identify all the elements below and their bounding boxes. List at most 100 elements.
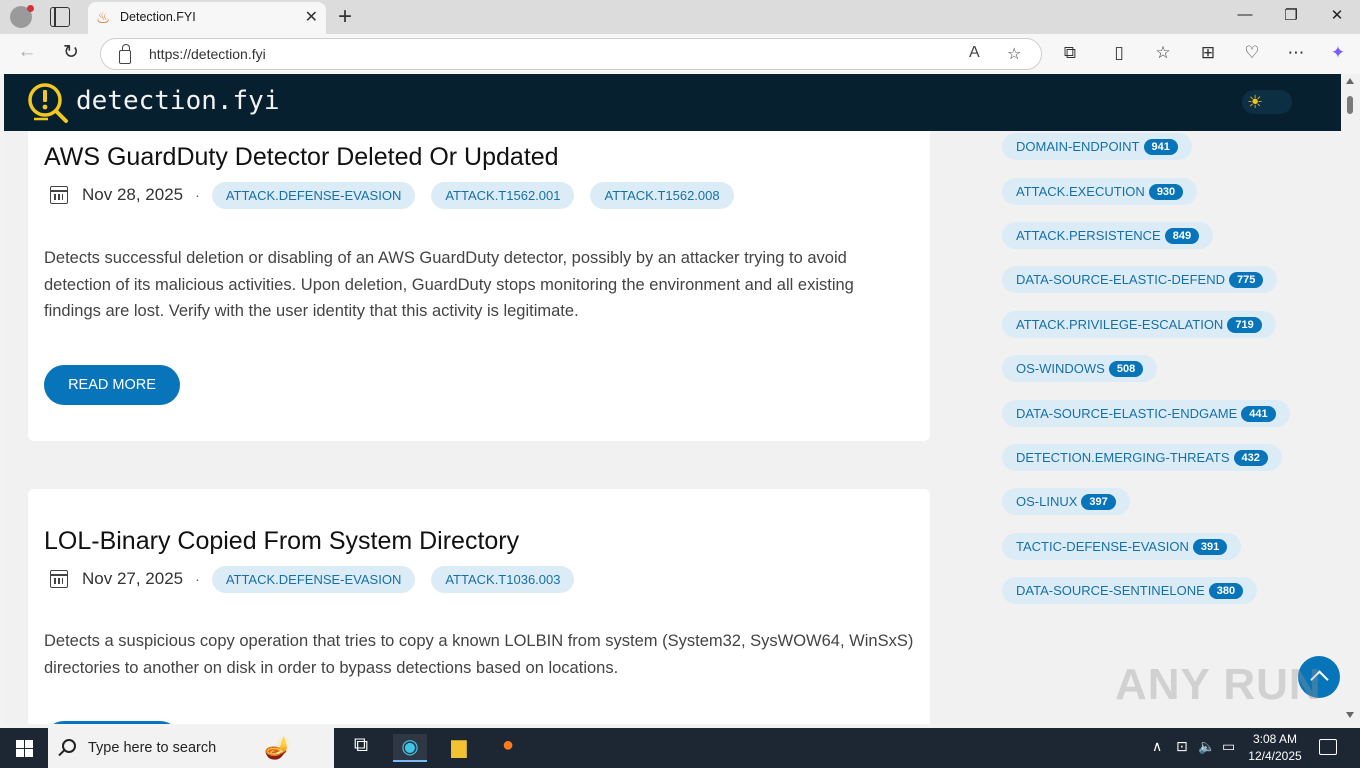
sidebar-tag[interactable]: TACTIC-DEFENSE-EVASION 391 [1002, 533, 1242, 560]
notification-center-icon[interactable] [1319, 739, 1337, 755]
lock-icon[interactable] [119, 44, 131, 64]
web-page: detection.fyi ☀ AWS GuardDuty Detector D… [4, 74, 1341, 724]
tag-count-badge: 508 [1108, 360, 1144, 377]
article-title[interactable]: LOL-Binary Copied From System Directory [44, 527, 519, 556]
tag-count-badge: 719 [1227, 316, 1262, 333]
read-more-button[interactable] [44, 721, 180, 724]
network-icon[interactable]: ⊡ [1176, 738, 1188, 755]
article-description: Detects successful deletion or disabling… [44, 249, 854, 320]
windows-start-icon[interactable] [16, 740, 33, 757]
sidebar-tag[interactable]: DATA-SOURCE-SENTINELONE 380 [1002, 577, 1258, 604]
sidebar-tag-label: OS-LINUX [1016, 494, 1078, 509]
profile-avatar-icon[interactable] [10, 5, 34, 28]
close-window-button[interactable]: ✕ [1314, 6, 1360, 24]
article-tag[interactable]: ATTACK.T1562.008 [590, 181, 734, 209]
scroll-up-arrow-icon[interactable] [1346, 78, 1354, 84]
address-bar[interactable]: https://detection.fyi A ☆ [100, 38, 1042, 70]
scroll-down-arrow-icon[interactable] [1346, 712, 1354, 718]
back-arrow-icon[interactable]: ← [14, 41, 40, 63]
sidebar-tag-label: DATA-SOURCE-ELASTIC-DEFEND [1016, 272, 1225, 287]
sidebar-tag-label: ATTACK.PERSISTENCE [1016, 228, 1161, 243]
sidebar-tag-label: DOMAIN-ENDPOINT [1016, 139, 1140, 154]
browser-tab[interactable]: ♨ Detection.FYI ✕ [88, 2, 326, 34]
sidebar-tag-label: ATTACK.EXECUTION [1016, 184, 1145, 199]
article-meta: Nov 28, 2025 · ATTACK.DEFENSE-EVASION AT… [44, 181, 750, 209]
favorite-star-icon[interactable]: ☆ [1007, 44, 1021, 64]
sidebar-tag-label: DATA-SOURCE-SENTINELONE [1016, 583, 1205, 598]
article-card: LOL-Binary Copied From System Directory … [28, 489, 930, 724]
sidebar-tag-label: TACTIC-DEFENSE-EVASION [1016, 539, 1189, 554]
article-tag[interactable]: ATTACK.DEFENSE-EVASION [211, 565, 416, 593]
article-tag[interactable]: ATTACK.DEFENSE-EVASION [211, 181, 416, 209]
browser-toolbar: ← ↻ https://detection.fyi A ☆ ⧉ ▯ ☆ ⊞ ♡ … [0, 34, 1360, 74]
taskbar-clock[interactable]: 3:08 AM 12/4/2025 [1248, 731, 1302, 765]
search-highlight-icon[interactable]: 🪔 [264, 735, 291, 761]
extensions-icon[interactable]: ⧉ [1058, 43, 1082, 63]
minimize-button[interactable]: — [1222, 6, 1268, 23]
refresh-icon[interactable]: ↻ [58, 41, 84, 64]
theme-toggle[interactable]: ☀ [1242, 90, 1292, 114]
site-header: detection.fyi ☀ [4, 74, 1341, 131]
search-icon [62, 739, 76, 753]
taskbar-search[interactable]: Type here to search 🪔 [48, 728, 334, 768]
file-explorer-icon[interactable]: ▆ [442, 734, 476, 762]
sidebar-tag[interactable]: ATTACK.PERSISTENCE 849 [1002, 222, 1214, 249]
article-title[interactable]: AWS GuardDuty Detector Deleted Or Update… [44, 143, 559, 172]
article-card: AWS GuardDuty Detector Deleted Or Update… [28, 120, 930, 441]
tray-overflow-icon[interactable]: ∧ [1152, 738, 1162, 755]
more-menu-icon[interactable]: ⋯ [1284, 43, 1308, 63]
article-tag[interactable]: ATTACK.T1036.003 [431, 565, 575, 593]
tag-count-badge: 941 [1143, 138, 1178, 155]
tag-count-badge: 391 [1192, 538, 1228, 555]
restore-button[interactable]: ❐ [1268, 6, 1314, 24]
task-view-icon[interactable]: ⧉ [344, 734, 378, 762]
article-tag[interactable]: ATTACK.T1562.001 [431, 181, 575, 209]
article-date: Nov 28, 2025 [82, 185, 184, 204]
lightbulb-magnifier-logo-icon[interactable] [26, 81, 70, 125]
tag-count-badge: 441 [1241, 405, 1276, 422]
volume-icon[interactable]: 🔈 [1198, 738, 1215, 755]
sidebar-tag-label: DATA-SOURCE-ELASTIC-ENDGAME [1016, 406, 1238, 421]
favorites-icon[interactable]: ☆ [1151, 43, 1175, 63]
tag-count-badge: 432 [1233, 449, 1268, 466]
separator-dot: · [195, 571, 200, 587]
tag-count-badge: 380 [1208, 582, 1244, 599]
tag-count-badge: 930 [1148, 183, 1184, 200]
tag-count-badge: 775 [1228, 271, 1264, 288]
collections-icon[interactable]: ⊞ [1196, 43, 1220, 63]
sidebar-tag[interactable]: OS-WINDOWS 508 [1002, 355, 1158, 382]
sidebar-tag[interactable]: ATTACK.EXECUTION 930 [1002, 178, 1198, 205]
input-method-icon[interactable]: ▭ [1222, 738, 1235, 755]
sidebar-tag[interactable]: DETECTION.EMERGING-THREATS 432 [1002, 444, 1282, 471]
page-scrollbar[interactable] [1341, 74, 1360, 724]
flame-favicon-icon: ♨ [96, 10, 111, 27]
sidebar-tag[interactable]: OS-LINUX 397 [1002, 488, 1130, 515]
sidebar-tag[interactable]: ATTACK.PRIVILEGE-ESCALATION 719 [1002, 311, 1276, 338]
sidebar-tag[interactable]: DATA-SOURCE-ELASTIC-ENDGAME 441 [1002, 400, 1290, 427]
read-more-button[interactable]: READ MORE [44, 365, 180, 405]
edge-browser-icon[interactable]: ◉ [393, 734, 427, 762]
read-aloud-icon[interactable]: A [969, 44, 980, 62]
firefox-icon[interactable]: ● [491, 734, 525, 762]
split-screen-icon[interactable]: ▯ [1107, 43, 1131, 63]
article-meta: Nov 27, 2025 · ATTACK.DEFENSE-EVASION AT… [44, 565, 590, 593]
tag-count-badge: 397 [1081, 493, 1116, 510]
close-tab-icon[interactable]: ✕ [305, 7, 318, 27]
new-tab-button[interactable]: + [338, 3, 352, 31]
search-placeholder: Type here to search [88, 740, 217, 756]
sidebar-tag[interactable]: DOMAIN-ENDPOINT 941 [1002, 133, 1192, 160]
article-date: Nov 27, 2025 [82, 569, 184, 588]
sidebar-tag[interactable]: DATA-SOURCE-ELASTIC-DEFEND 775 [1002, 266, 1278, 293]
separator-dot: · [195, 187, 200, 203]
browser-essentials-icon[interactable]: ♡ [1240, 43, 1264, 63]
url-text[interactable]: https://detection.fyi [149, 46, 266, 62]
site-title[interactable]: detection.fyi [76, 86, 280, 116]
sun-icon: ☀ [1247, 92, 1264, 112]
tag-count-badge: 849 [1164, 227, 1200, 244]
copilot-icon[interactable]: ✦ [1326, 43, 1350, 63]
article-description: Detects a suspicious copy operation that… [44, 632, 914, 677]
clock-time: 3:08 AM [1252, 732, 1298, 746]
windows-taskbar: Type here to search 🪔 ⧉ ◉ ▆ ● ∧ ⊡ 🔈 ▭ 3:… [0, 728, 1360, 768]
tab-actions-icon[interactable] [50, 7, 70, 27]
scrollbar-thumb[interactable] [1347, 96, 1353, 114]
